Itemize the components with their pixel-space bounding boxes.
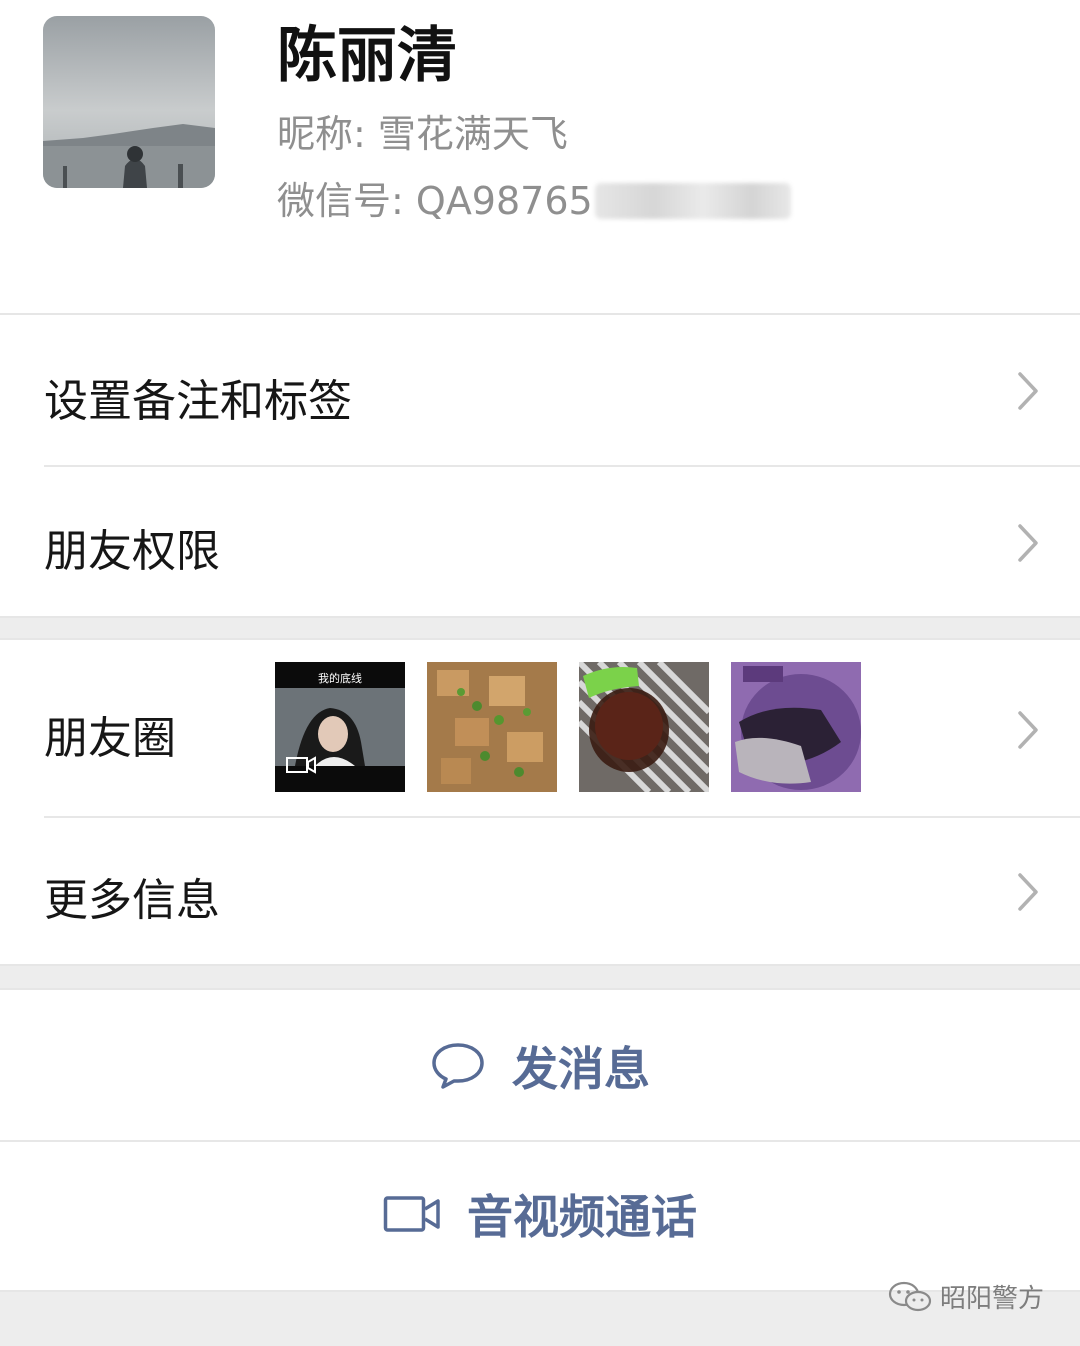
more-info-row[interactable]: 更多信息 <box>0 816 1080 964</box>
send-message-button[interactable]: 发消息 <box>0 990 1080 1140</box>
nickname-value: 雪花满天飞 <box>377 112 568 156</box>
moments-thumb-clothes <box>731 662 861 792</box>
av-call-button[interactable]: 音视频通话 <box>0 1140 1080 1290</box>
nickname-line: 昵称: 雪花满天飞 <box>277 111 568 157</box>
moments-label: 朋友圈 <box>44 713 176 764</box>
watermark-text: 昭阳警方 <box>939 1284 1044 1314</box>
remark-tags-label: 设置备注和标签 <box>44 376 352 427</box>
moments-thumb-food <box>427 662 557 792</box>
friend-permissions-row[interactable]: 朋友权限 <box>0 465 1080 616</box>
moments-thumb-video: 我的底线 <box>275 662 405 792</box>
moments-row[interactable]: 朋友圈 我的底线 <box>0 640 1080 816</box>
wechat-id-value: QA98765 <box>415 179 593 223</box>
settings-group: 设置备注和标签 朋友权限 <box>0 313 1080 618</box>
contact-name: 陈丽清 <box>277 21 457 91</box>
send-message-label: 发消息 <box>512 1042 650 1096</box>
chat-bubble-icon <box>432 1043 484 1089</box>
moments-thumb-drink <box>579 662 709 792</box>
chevron-right-icon <box>1016 371 1040 411</box>
chevron-right-icon <box>1016 523 1040 563</box>
friend-permissions-label: 朋友权限 <box>44 526 220 577</box>
chevron-right-icon <box>1016 710 1040 750</box>
moments-video-caption: 我的底线 <box>318 672 362 685</box>
info-group: 朋友圈 我的底线 更多信息 <box>0 638 1080 966</box>
watermark: 昭阳警方 <box>888 1278 1044 1315</box>
moments-thumbnails: 我的底线 <box>275 662 861 792</box>
nickname-label: 昵称: <box>277 112 366 156</box>
av-call-label: 音视频通话 <box>467 1190 697 1244</box>
wechat-logo-icon <box>888 1281 932 1311</box>
more-info-label: 更多信息 <box>44 875 220 926</box>
actions-group: 发消息 音视频通话 <box>0 988 1080 1292</box>
wechat-id-line: 微信号: QA98765 <box>277 178 791 224</box>
video-camera-icon <box>383 1196 440 1232</box>
wechat-id-redaction <box>594 182 791 219</box>
remark-tags-row[interactable]: 设置备注和标签 <box>0 315 1080 465</box>
contact-profile-page: 陈丽清 昵称: 雪花满天飞 微信号: QA98765 设置备注和标签 朋友权限 … <box>0 0 1080 1346</box>
avatar[interactable] <box>43 16 215 188</box>
chevron-right-icon <box>1016 872 1040 912</box>
profile-header: 陈丽清 昵称: 雪花满天飞 微信号: QA98765 <box>0 0 1080 313</box>
wechat-id-label: 微信号: <box>277 179 404 223</box>
